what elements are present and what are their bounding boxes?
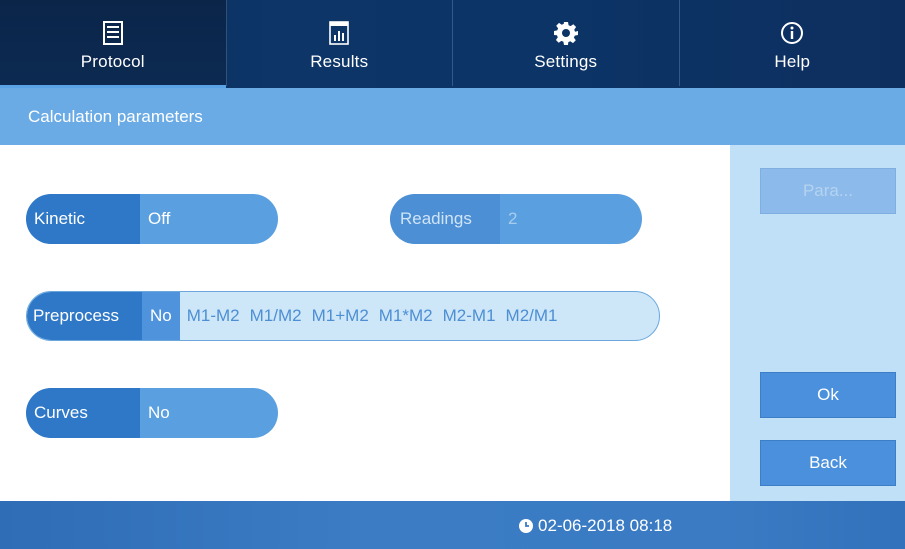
curves-value: No [148,403,170,422]
clock-icon [518,518,534,534]
readings-label: Readings [390,194,500,244]
status-footer: 02-06-2018 08:18 [0,501,905,549]
datetime-display: 02-06-2018 08:18 [518,516,672,536]
tab-help[interactable]: Help [680,0,905,86]
tab-protocol[interactable]: Protocol [0,0,227,88]
preprocess-label: Preprocess [27,292,142,340]
kinetic-value: Off [148,209,171,228]
ok-button[interactable]: Ok [760,372,896,418]
tab-settings-label: Settings [534,52,598,71]
preprocess-option-m2-minus-m1[interactable]: M2-M1 [438,292,501,340]
preprocess-options: No M1-M2 M1/M2 M1+M2 M1*M2 M2-M1 M2/M1 [142,292,563,340]
top-navigation: Protocol Results Settings Help [0,0,905,88]
bar-chart-icon [326,20,352,46]
readings-value: 2 [508,209,518,228]
gear-icon [553,20,579,46]
info-icon [779,20,805,46]
tab-help-label: Help [774,52,811,71]
tab-settings[interactable]: Settings [453,0,680,86]
preprocess-option-m2-div-m1[interactable]: M2/M1 [501,292,563,340]
tab-results[interactable]: Results [227,0,453,86]
tab-protocol-label: Protocol [80,52,145,71]
page-header: Calculation parameters [0,88,905,145]
document-icon [100,20,126,46]
page-title: Calculation parameters [28,107,203,126]
preprocess-option-no[interactable]: No [142,292,180,340]
curves-selector[interactable]: Curves No [26,388,278,438]
datetime-text: 02-06-2018 08:18 [538,516,673,535]
preprocess-option-m1-minus-m2[interactable]: M1-M2 [182,292,245,340]
readings-selector[interactable]: Readings 2 [390,194,642,244]
preprocess-selector: Preprocess No M1-M2 M1/M2 M1+M2 M1*M2 M2… [26,291,660,341]
back-button[interactable]: Back [760,440,896,486]
kinetic-label: Kinetic [26,194,140,244]
preprocess-option-m1-div-m2[interactable]: M1/M2 [245,292,307,340]
tab-results-label: Results [310,52,369,71]
preprocess-option-m1-plus-m2[interactable]: M1+M2 [307,292,374,340]
para-button[interactable]: Para... [760,168,896,214]
curves-label: Curves [26,388,140,438]
kinetic-selector[interactable]: Kinetic Off [26,194,278,244]
preprocess-option-m1-times-m2[interactable]: M1*M2 [374,292,438,340]
